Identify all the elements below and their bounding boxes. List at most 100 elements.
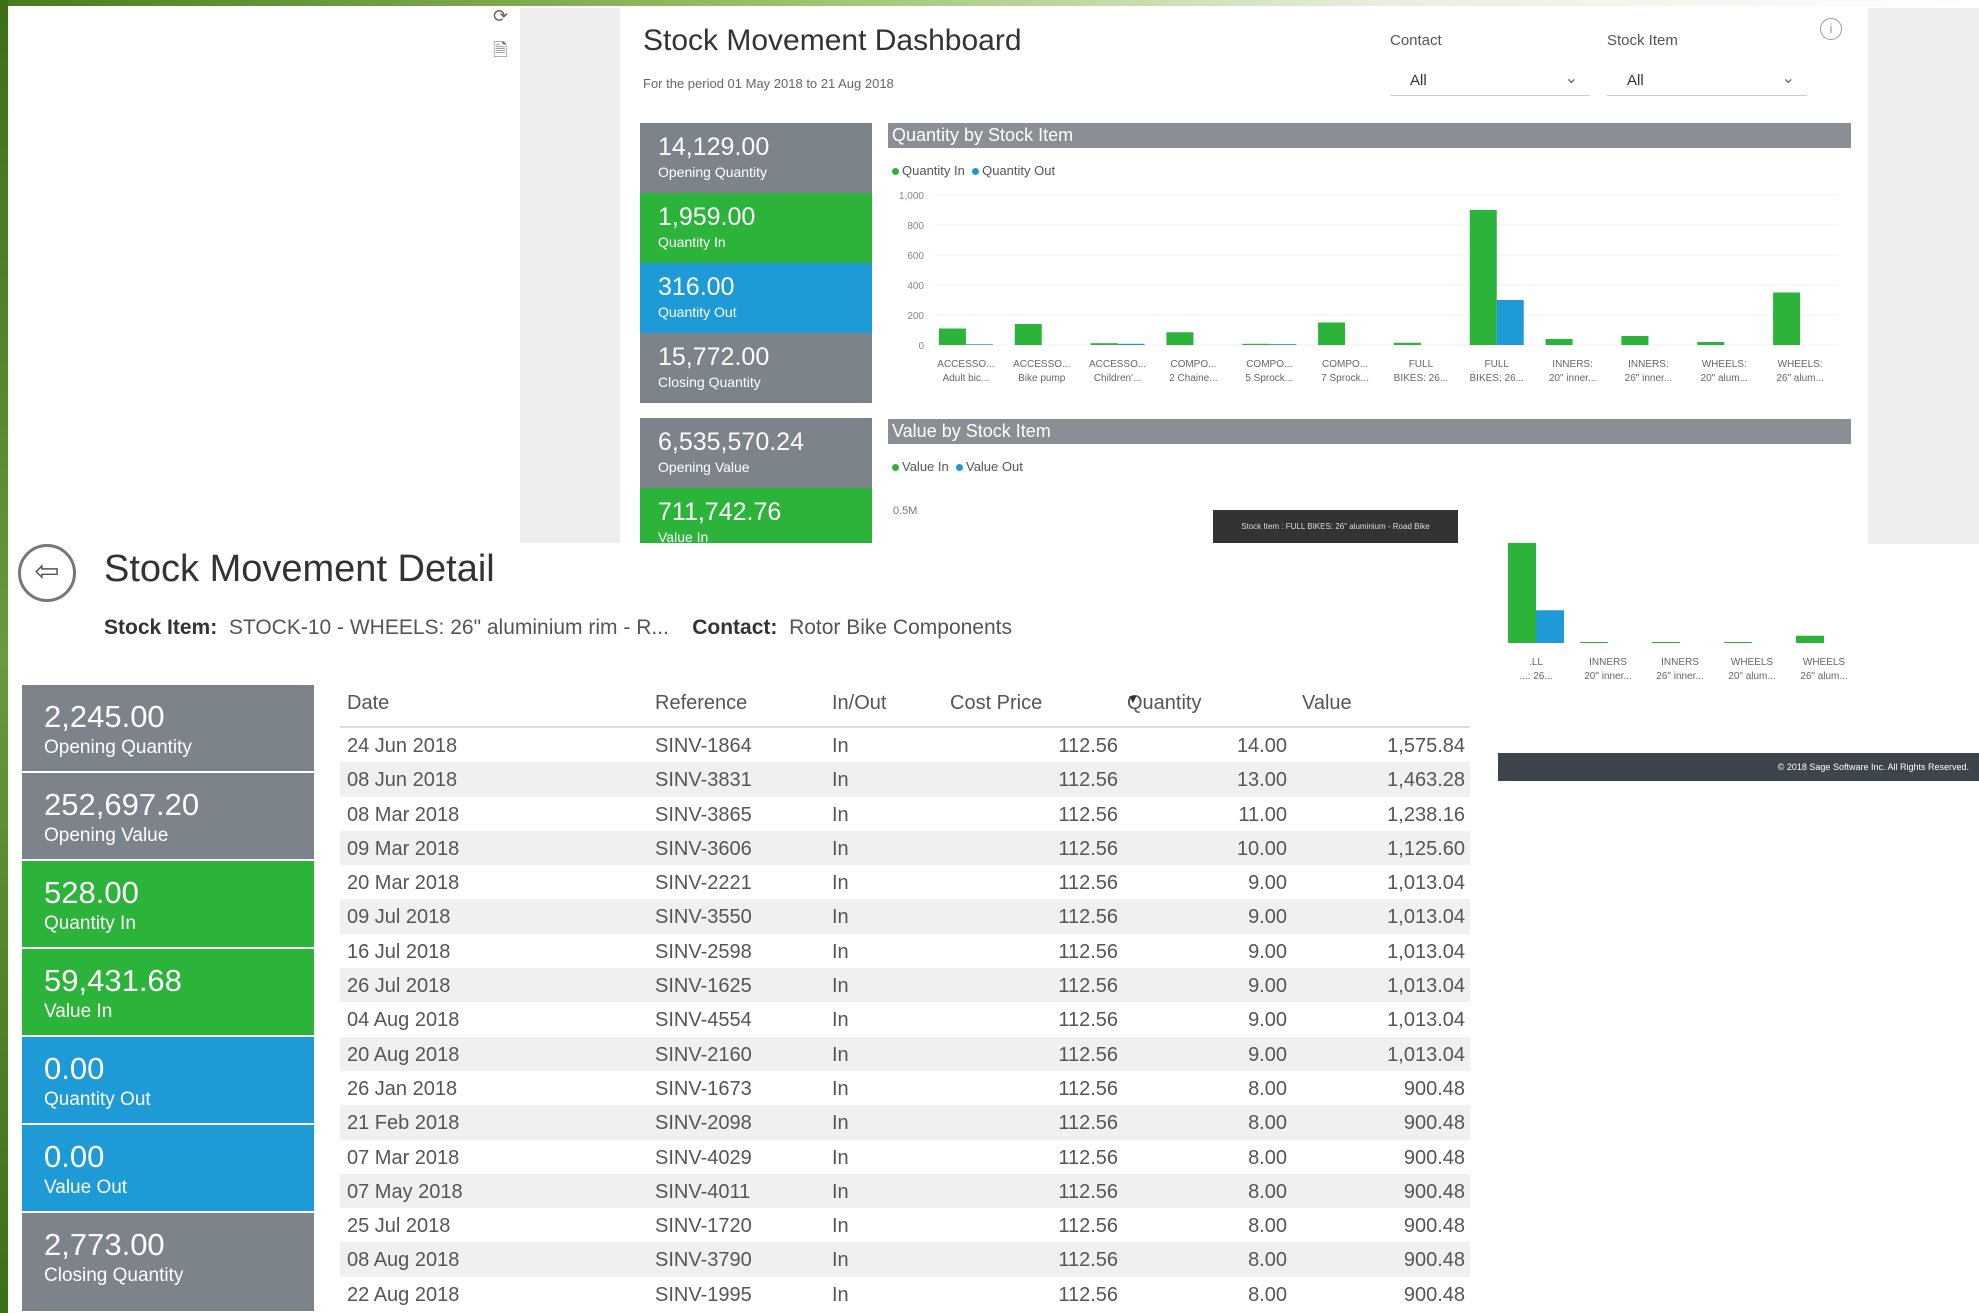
table-row[interactable]: 09 Jul 2018 SINV-3550 In 112.56 9.00 1,013.04	[340, 899, 1470, 934]
cell-in-out: In	[832, 1283, 849, 1306]
dash-kpi-value-in: 711,742.76 Value In	[640, 488, 872, 545]
cell-value: 1,013.04	[1387, 872, 1465, 895]
cell-date: 07 Mar 2018	[347, 1146, 460, 1169]
x-tick-label: 20" inner...	[1549, 373, 1596, 384]
cell-in-out: In	[832, 1249, 849, 1272]
value-chart-legend: Value In Value Out	[892, 459, 1023, 474]
chart-tooltip: Stock Item : FULL BIKES: 26" aluminium -…	[1213, 510, 1458, 543]
document-icon[interactable]: 🗎	[493, 38, 507, 68]
column-header-date[interactable]: Date	[347, 692, 389, 715]
stock-item-label: Stock Item:	[104, 616, 218, 639]
table-row[interactable]: 07 May 2018 SINV-4011 In 112.56 8.00 900.48	[340, 1173, 1470, 1209]
table-row[interactable]: 25 Jul 2018 SINV-1720 In 112.56 8.00 900.48	[340, 1208, 1470, 1242]
legend-label-in: Value In	[902, 459, 949, 474]
x-tick-label: WHEELS	[1803, 657, 1846, 668]
bar-quantity-out	[1117, 343, 1145, 345]
cell-in-out: In	[832, 1146, 849, 1169]
table-row[interactable]: 20 Mar 2018 SINV-2221 In 112.56 9.00 1,013.04	[340, 865, 1470, 899]
x-tick-label: ACCESSO...	[937, 359, 994, 370]
legend-label-in: Quantity In	[902, 163, 965, 178]
table-row[interactable]: 21 Feb 2018 SINV-2098 In 112.56 8.00 900.48	[340, 1105, 1470, 1140]
column-header-in-out[interactable]: In/Out	[832, 692, 886, 715]
cell-in-out: In	[832, 1009, 849, 1032]
bar-quantity-in	[1242, 343, 1270, 345]
table-row[interactable]: 09 Mar 2018 SINV-3606 In 112.56 10.00 1,125.6…	[340, 830, 1470, 866]
cell-reference: SINV-2160	[655, 1043, 752, 1066]
quantity-by-stock-item-chart: 1,000 800 600 400 200 0 ACCESSO... Adult bic...…	[899, 191, 1838, 384]
cell-cost-price: 112.56	[1058, 940, 1118, 963]
info-icon[interactable]: i	[1820, 18, 1842, 40]
table-row[interactable]: 26 Jan 2018 SINV-1673 In 112.56 8.00 900.48	[340, 1071, 1470, 1105]
dashboard-title: Stock Movement Dashboard	[643, 24, 1022, 57]
cell-value: 1,013.04	[1387, 906, 1465, 929]
cell-cost-price: 112.56	[1058, 735, 1118, 757]
cell-in-out: In	[832, 1180, 849, 1203]
x-tick-label: INNERS:	[1628, 359, 1669, 370]
column-header-cost-price[interactable]: Cost Price	[950, 692, 1042, 715]
cell-value: 1,125.60	[1387, 837, 1465, 860]
kpi-label: Value Out	[44, 1177, 128, 1198]
contact-filter-select[interactable]: All ⌄	[1390, 66, 1590, 96]
cell-value: 900.48	[1403, 1283, 1465, 1306]
table-row[interactable]: 08 Jun 2018 SINV-3831 In 112.56 13.00 1,463.2…	[340, 762, 1470, 797]
copyright-footer: © 2018 Sage Software Inc. All Rights Res…	[1495, 753, 1979, 781]
table-row[interactable]: 24 Jun 2018 SINV-1864 In 112.56 14.00 1,575.8…	[340, 728, 1470, 762]
table-row[interactable]: 26 Jul 2018 SINV-1625 In 112.56 9.00 1,013.04	[340, 968, 1470, 1003]
table-row[interactable]: 16 Jul 2018 SINV-2598 In 112.56 9.00 1,013.04	[340, 934, 1470, 968]
stock-item-filter-label: Stock Item	[1607, 32, 1678, 49]
cell-value: 1,013.04	[1387, 1043, 1465, 1066]
detail-kpi-value-out: 0.00 Value Out	[22, 1125, 314, 1211]
bar-quantity-in	[1697, 342, 1725, 345]
bar-quantity-in	[1318, 322, 1346, 345]
kpi-label: Closing Quantity	[44, 1265, 184, 1286]
x-tick-label: COMPO...	[1246, 359, 1292, 370]
y-tick-label: 200	[907, 311, 924, 322]
cell-cost-price: 112.56	[1058, 1249, 1118, 1272]
cell-quantity: 9.00	[1248, 975, 1287, 998]
table-row[interactable]: 08 Aug 2018 SINV-3790 In 112.56 8.00 900.48	[340, 1242, 1470, 1277]
back-button[interactable]: ⇦	[18, 544, 76, 602]
kpi-label: Opening Value	[44, 825, 169, 846]
table-row[interactable]: 04 Aug 2018 SINV-4554 In 112.56 9.00 1,013.04	[340, 1002, 1470, 1036]
cell-quantity: 8.00	[1248, 1180, 1287, 1203]
cell-reference: SINV-3831	[655, 769, 752, 792]
cell-date: 09 Jul 2018	[347, 906, 451, 929]
contact-label: Contact:	[692, 616, 778, 639]
cell-date: 07 May 2018	[347, 1180, 463, 1203]
x-tick-label: 26" alum...	[1800, 671, 1847, 682]
cell-cost-price: 112.56	[1058, 872, 1118, 895]
cell-quantity: 9.00	[1248, 940, 1287, 963]
kpi-value: 528.00	[44, 875, 139, 910]
cell-cost-price: 112.56	[1058, 1180, 1118, 1203]
cell-cost-price: 112.56	[1058, 975, 1118, 998]
column-header-reference[interactable]: Reference	[655, 692, 747, 715]
cell-cost-price: 112.56	[1058, 803, 1118, 826]
y-tick-label: 1,000	[899, 191, 924, 202]
table-row[interactable]: 20 Aug 2018 SINV-2160 In 112.56 9.00 1,013.04	[340, 1036, 1470, 1071]
cell-cost-price: 112.56	[1058, 837, 1118, 860]
cell-quantity: 13.00	[1236, 769, 1287, 792]
bar-quantity-in	[1393, 342, 1421, 345]
contact-value: Rotor Bike Components	[789, 616, 1013, 639]
table-row[interactable]: 08 Mar 2018 SINV-3865 In 112.56 11.00 1,238.1…	[340, 797, 1470, 831]
stock-item-filter-select[interactable]: All ⌄	[1607, 66, 1807, 96]
cell-quantity: 9.00	[1248, 1009, 1287, 1032]
cell-quantity: 8.00	[1248, 1249, 1287, 1272]
x-tick-label: 26" inner...	[1656, 671, 1703, 682]
y-tick-label: 400	[907, 281, 924, 292]
table-row[interactable]: 22 Aug 2018 SINV-1995 In 112.56 8.00 900.48	[340, 1277, 1470, 1311]
cell-date: 08 Jun 2018	[347, 769, 458, 792]
cell-reference: SINV-2221	[655, 872, 752, 895]
table-row[interactable]: 07 Mar 2018 SINV-4029 In 112.56 8.00 900.48	[340, 1140, 1470, 1174]
x-tick-label: 20" alum...	[1728, 671, 1775, 682]
legend-label-out: Value Out	[965, 459, 1023, 474]
refresh-icon[interactable]: ⟳	[493, 6, 508, 27]
cell-in-out: In	[832, 803, 849, 826]
column-header-value[interactable]: Value	[1302, 692, 1352, 715]
x-tick-label: Children'...	[1094, 373, 1142, 384]
frame-top-border	[0, 0, 1979, 6]
cell-cost-price: 112.56	[1058, 1215, 1118, 1238]
stock-item-value: STOCK-10 - WHEELS: 26" aluminium rim - R…	[228, 616, 669, 639]
x-tick-label: INNERS	[1589, 657, 1627, 668]
cell-in-out: In	[832, 906, 849, 929]
